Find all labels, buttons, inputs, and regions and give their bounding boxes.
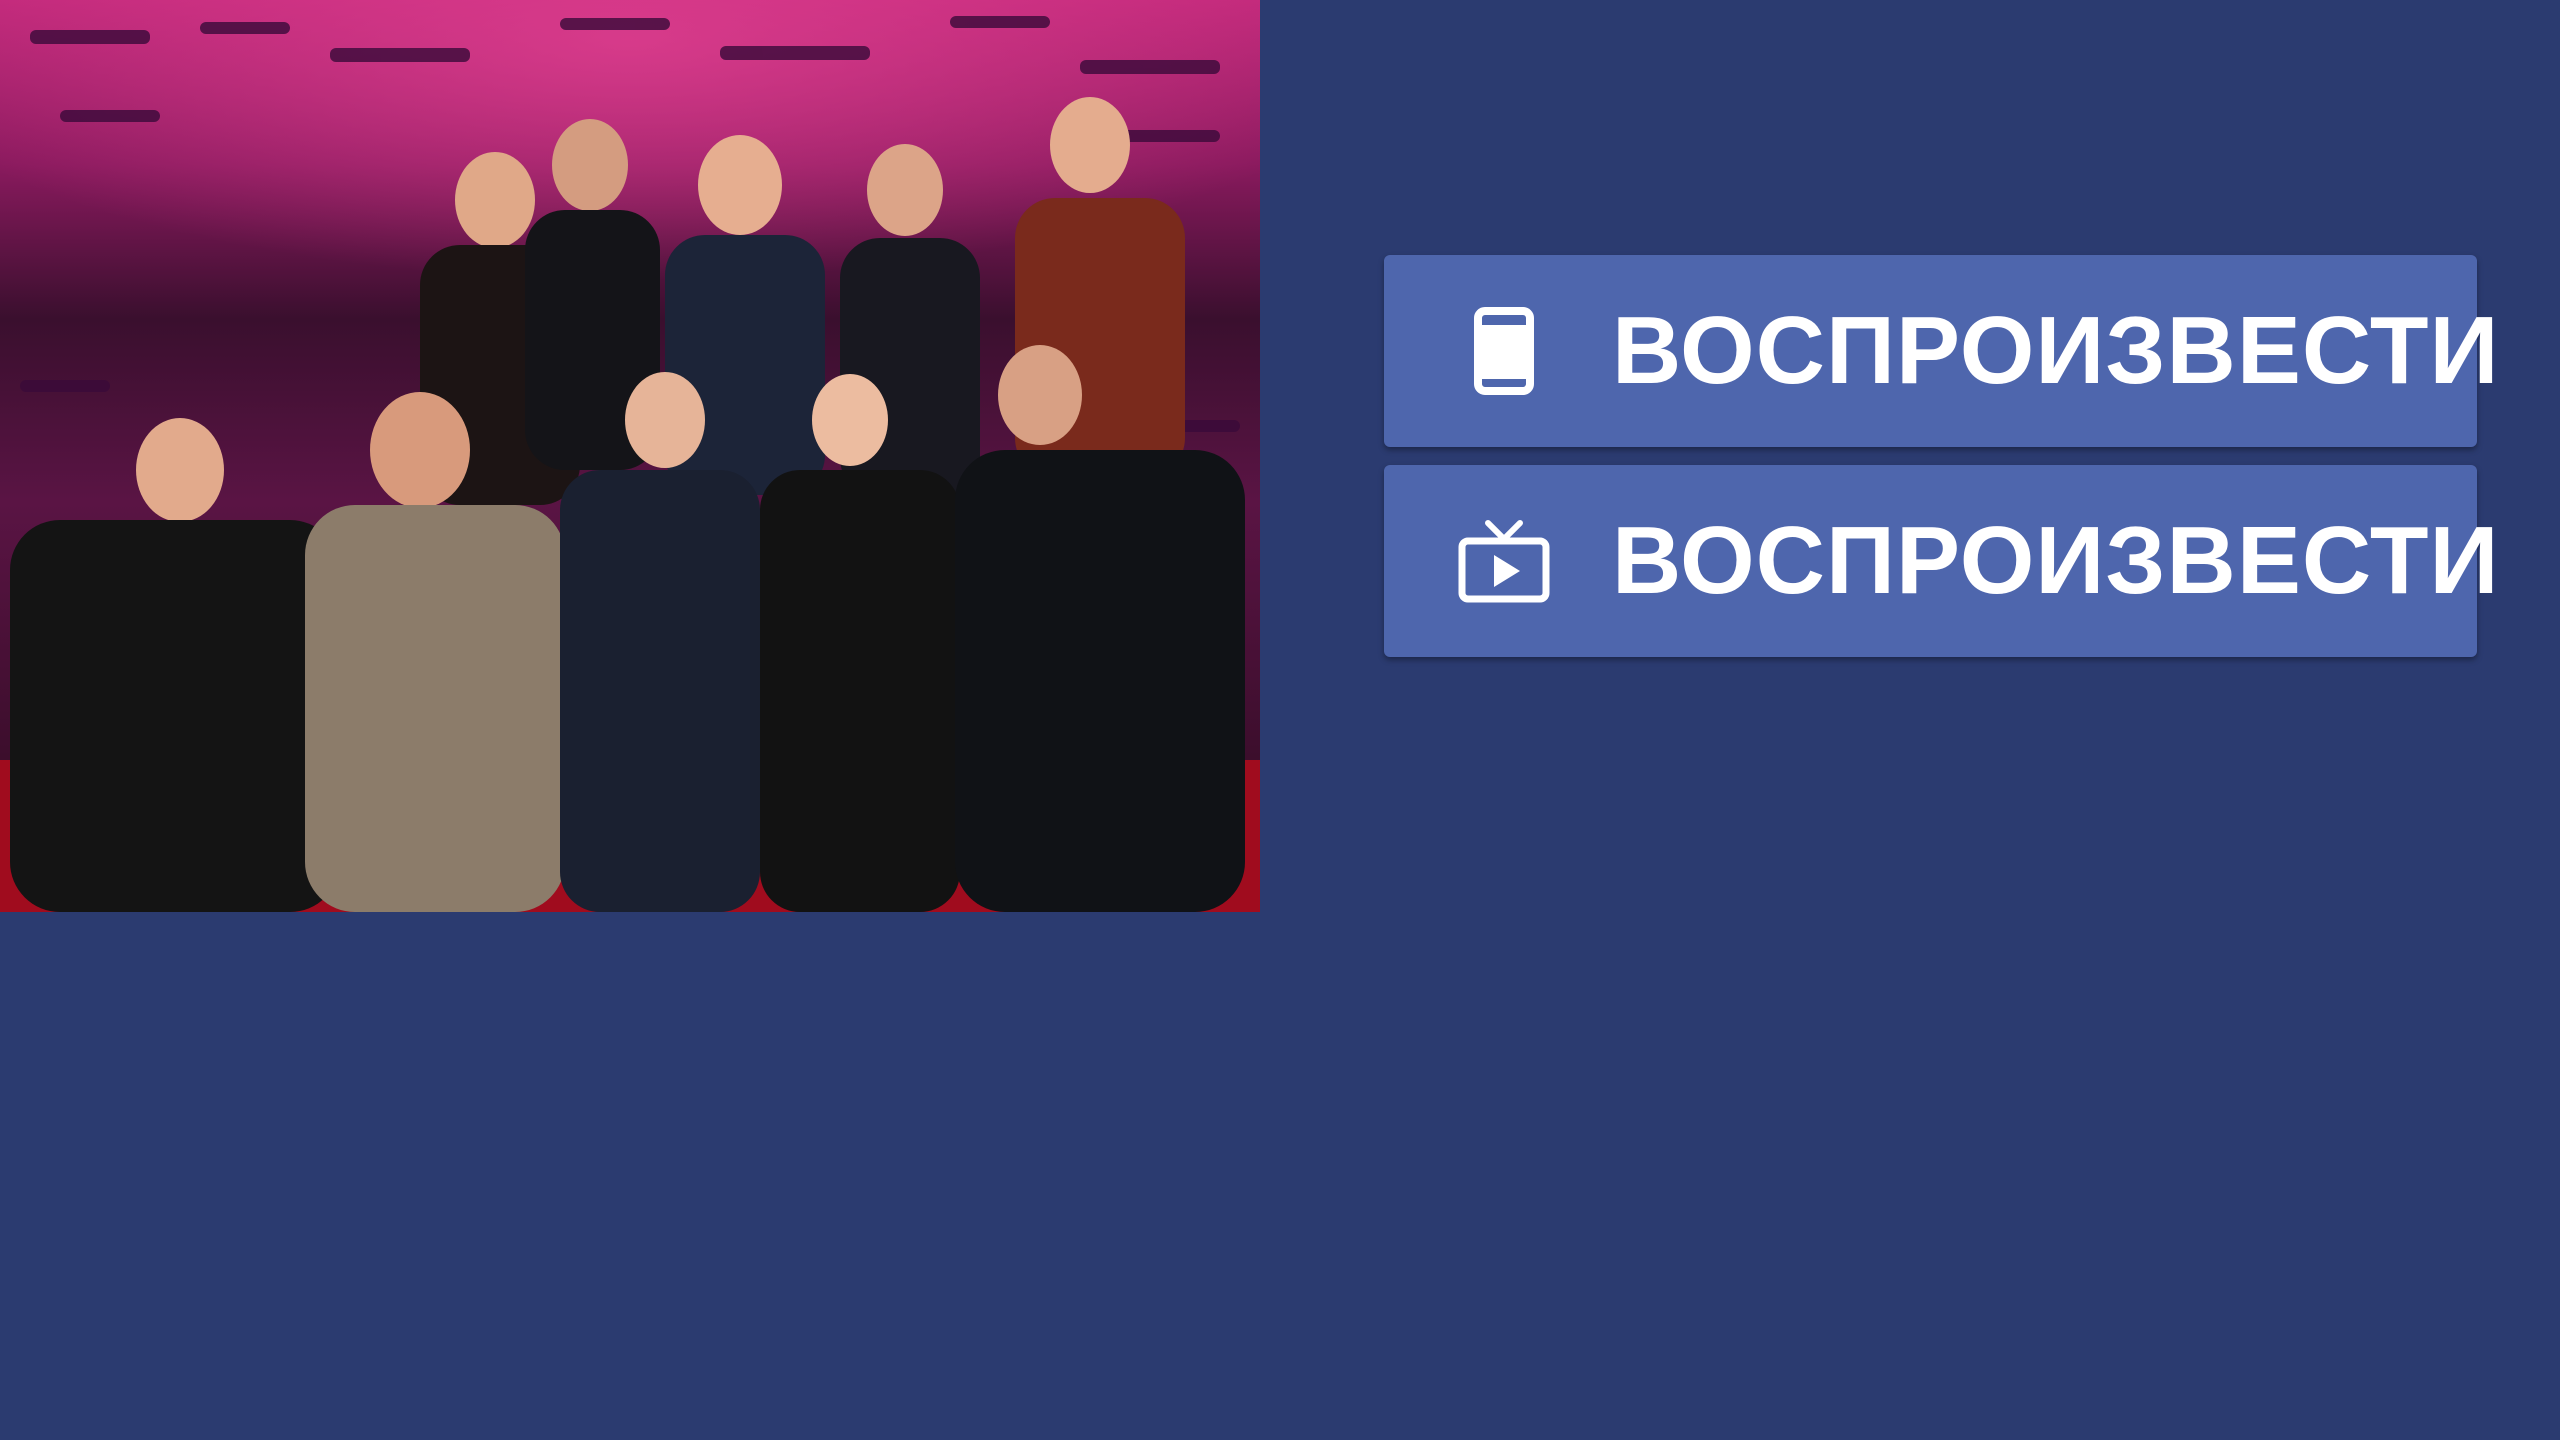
play-on-device-button[interactable]: ВОСПРОИЗВЕСТИ bbox=[1384, 255, 2498, 447]
player-screen: ВОСПРОИЗВЕСТИ ВОСПРОИЗВЕСТИ bbox=[0, 0, 2560, 1440]
play-actions: ВОСПРОИЗВЕСТИ ВОСПРОИЗВЕСТИ bbox=[1384, 255, 2498, 675]
play-on-device-label: ВОСПРОИЗВЕСТИ bbox=[1612, 297, 2500, 404]
play-on-tv-button[interactable]: ВОСПРОИЗВЕСТИ bbox=[1384, 465, 2498, 657]
poster-image bbox=[0, 0, 1260, 912]
phone-icon bbox=[1456, 303, 1552, 399]
tv-play-icon bbox=[1456, 513, 1552, 609]
play-on-tv-label: ВОСПРОИЗВЕСТИ bbox=[1612, 507, 2500, 614]
